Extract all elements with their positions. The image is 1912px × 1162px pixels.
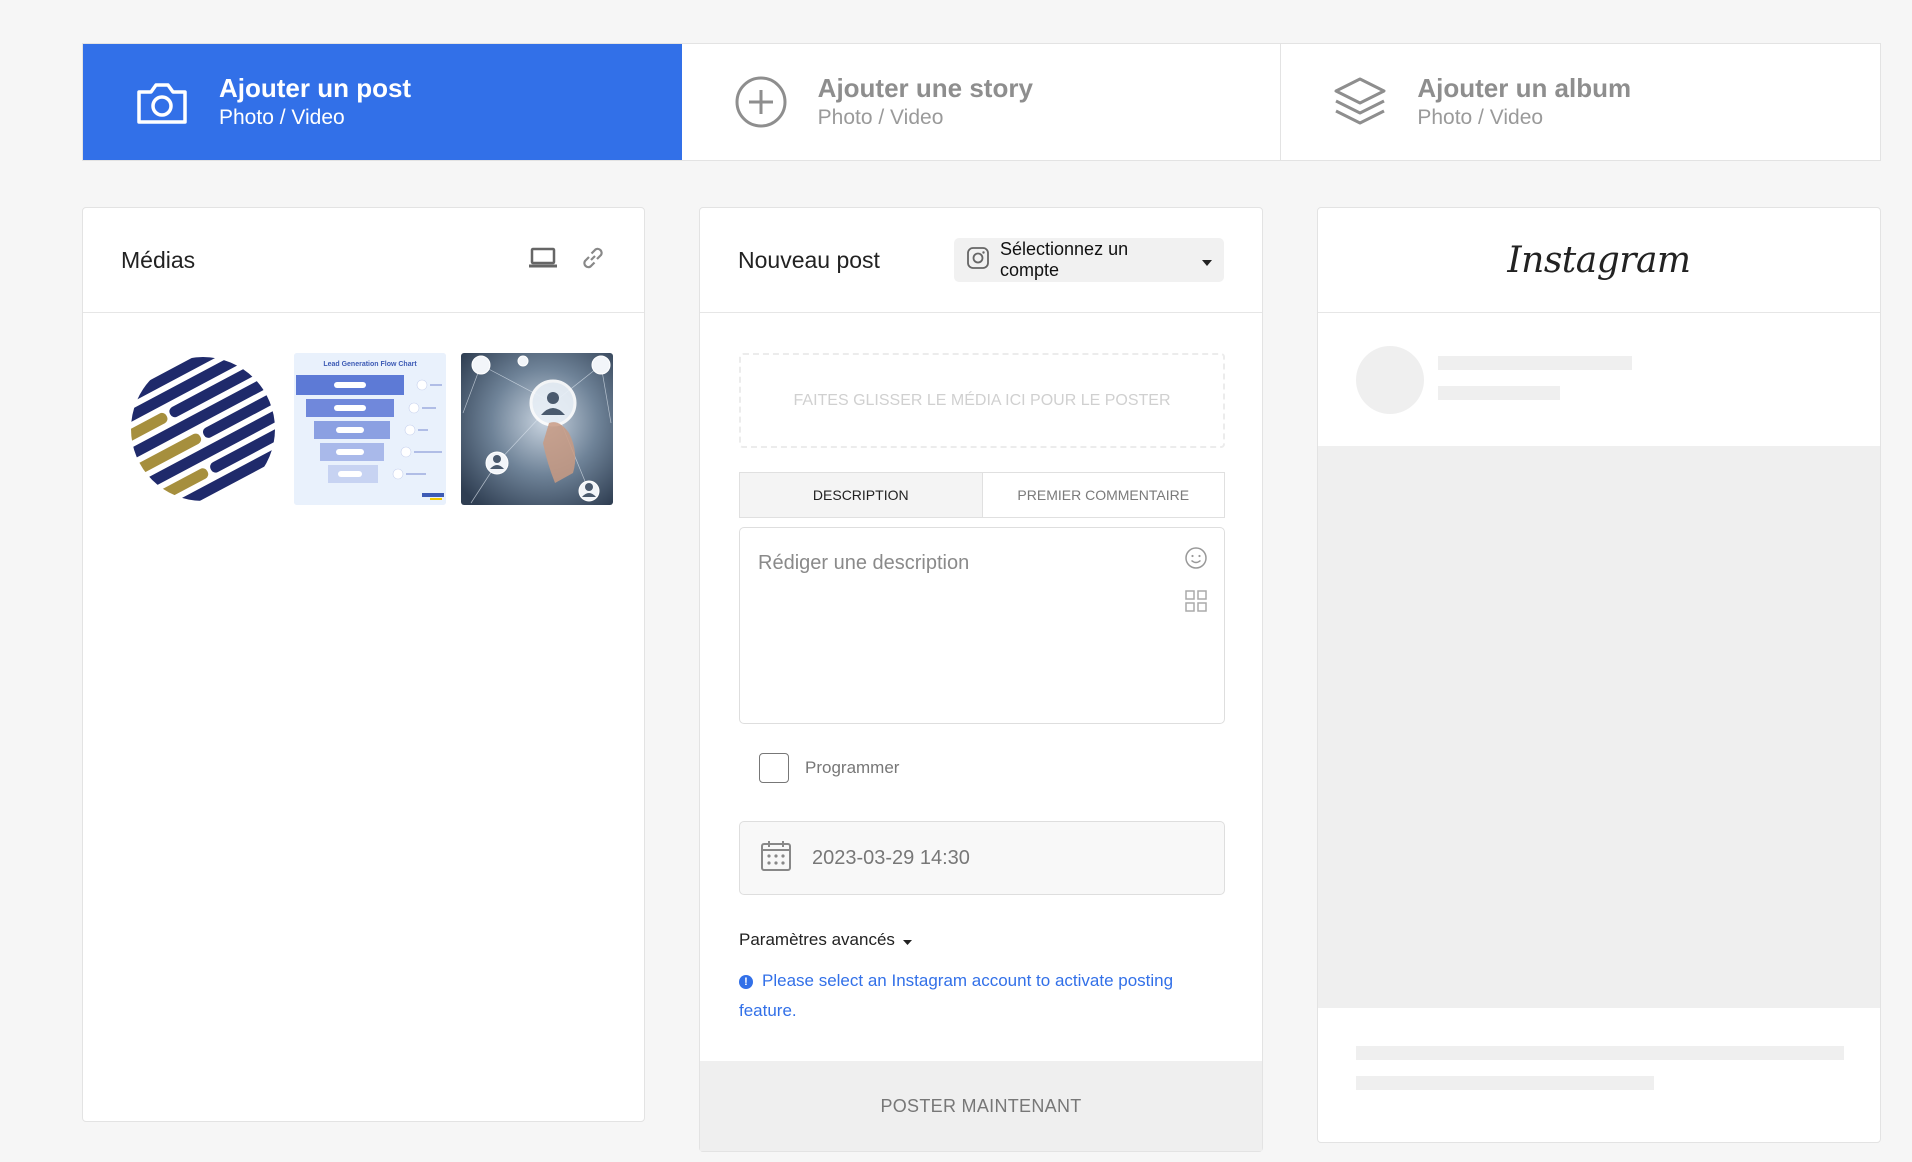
account-select-label: Sélectionnez un compte	[1000, 239, 1129, 280]
media-drop-zone[interactable]: FAITES GLISSER LE MÉDIA ICI POUR LE POST…	[739, 353, 1225, 448]
new-post-title: Nouveau post	[738, 246, 880, 273]
media-panel-header: Médias	[83, 208, 644, 313]
account-warning-text: Please select an Instagram account to ac…	[739, 971, 1174, 1020]
media-grid: Lead Generation Flow Chart	[127, 353, 613, 505]
preview-image-placeholder	[1318, 446, 1880, 1008]
tab-add-post[interactable]: Ajouter un post Photo / Video	[83, 44, 682, 160]
calendar-icon	[760, 840, 792, 877]
preview-avatar-placeholder	[1356, 346, 1424, 414]
preview-caption-placeholder	[1356, 1046, 1844, 1060]
post-type-tabs: Ajouter un post Photo / Video Ajouter un…	[82, 43, 1881, 161]
tab-title: Ajouter un post	[219, 73, 412, 103]
schedule-checkbox[interactable]	[759, 753, 789, 783]
preview-caption-placeholder	[1356, 1076, 1654, 1090]
grid-icon[interactable]	[1184, 589, 1208, 618]
tab-subtitle: Photo / Video	[219, 106, 345, 129]
instagram-preview-panel: Instagram	[1317, 207, 1881, 1143]
tab-first-comment[interactable]: PREMIER COMMENTAIRE	[983, 473, 1225, 517]
media-thumb-flowchart[interactable]: Lead Generation Flow Chart	[294, 353, 446, 505]
flowchart-title: Lead Generation Flow Chart	[323, 361, 417, 368]
media-panel-title: Médias	[121, 246, 196, 273]
plus-circle-icon	[732, 73, 790, 131]
layers-icon	[1331, 73, 1389, 131]
instagram-preview-header: Instagram	[1318, 208, 1880, 313]
tab-add-album[interactable]: Ajouter un album Photo / Video	[1281, 44, 1880, 160]
instagram-logo: Instagram	[1507, 239, 1691, 281]
tab-subtitle: Photo / Video	[817, 106, 944, 129]
datetime-field[interactable]: 2023-03-29 14:30	[739, 821, 1225, 895]
datetime-value: 2023-03-29 14:30	[812, 846, 970, 869]
alert-icon: !	[739, 975, 753, 989]
tab-description[interactable]: DESCRIPTION	[740, 473, 983, 517]
caret-down-icon	[902, 930, 912, 950]
emoji-icon[interactable]	[1184, 546, 1208, 575]
preview-username-placeholder	[1438, 356, 1632, 370]
tab-subtitle: Photo / Video	[1417, 106, 1544, 129]
account-select-dropdown[interactable]: Sélectionnez un compte	[954, 238, 1224, 282]
instagram-icon	[966, 246, 990, 275]
advanced-settings-label: Paramètres avancés	[739, 930, 895, 949]
description-placeholder: Rédiger une description	[758, 552, 970, 574]
description-tabs: DESCRIPTION PREMIER COMMENTAIRE	[739, 472, 1225, 518]
preview-location-placeholder	[1438, 386, 1560, 400]
media-thumb-globe-logo[interactable]	[127, 353, 279, 505]
new-post-panel: Nouveau post Sélectionnez un compte FAIT…	[699, 207, 1263, 1152]
media-thumb-network[interactable]	[461, 353, 613, 505]
post-now-button[interactable]: POSTER MAINTENANT	[700, 1061, 1262, 1151]
camera-icon	[133, 73, 191, 131]
laptop-icon[interactable]	[528, 247, 558, 274]
account-warning: ! Please select an Instagram account to a…	[739, 966, 1209, 1026]
schedule-label: Programmer	[805, 758, 900, 777]
new-post-header: Nouveau post Sélectionnez un compte	[700, 208, 1262, 313]
media-panel: Médias Lead Generation Flow Chart	[82, 207, 645, 1122]
schedule-row: Programmer	[759, 753, 899, 783]
link-icon[interactable]	[580, 245, 606, 276]
tab-title: Ajouter un album	[1417, 73, 1632, 103]
tab-title: Ajouter une story	[817, 73, 1033, 103]
description-textarea[interactable]: Rédiger une description	[739, 527, 1225, 724]
advanced-settings-toggle[interactable]: Paramètres avancés	[739, 930, 912, 950]
caret-down-icon	[1202, 250, 1212, 271]
tab-add-story[interactable]: Ajouter une story Photo / Video	[682, 44, 1282, 160]
